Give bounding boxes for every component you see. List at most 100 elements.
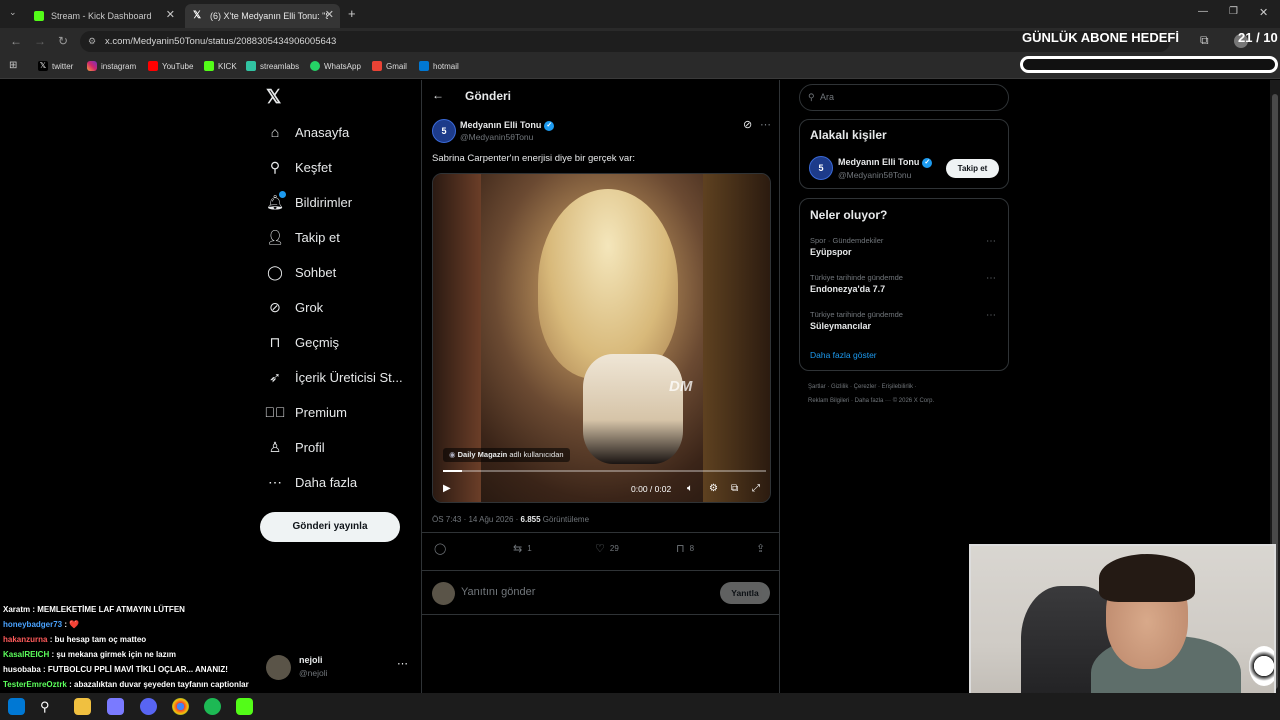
avatar-text: 5 <box>441 126 447 136</box>
footer-links-1[interactable]: Şartlar · Gizlilik · Çerezler · Erişileb… <box>808 384 917 390</box>
site-info-icon[interactable]: ⚙ <box>88 31 96 52</box>
search-icon[interactable]: ⚲ <box>40 699 50 715</box>
chat-text: : MEMLEKETİME LAF ATMAYIN LÜTFEN <box>30 605 185 614</box>
chat-username: honeybadger73 <box>3 620 63 629</box>
sidebar-item-follow[interactable]: 👤︎ Takip et <box>266 228 340 246</box>
bookmark-streamlabs[interactable]: streamlabs <box>246 61 299 71</box>
sidebar-item-profile[interactable]: ♙ Profil <box>266 438 325 456</box>
post-button[interactable]: Gönderi yayınla <box>260 512 400 542</box>
attribution-avatar-icon: ◉ <box>449 450 458 459</box>
forward-icon[interactable]: → <box>34 34 46 48</box>
back-arrow-icon[interactable]: ← <box>432 88 444 102</box>
settings-icon[interactable]: ⚙ <box>709 483 718 494</box>
sidebar-item-label: Daha fazla <box>295 474 358 490</box>
restore-icon[interactable]: ❐ <box>1229 6 1238 17</box>
trend-item[interactable]: Spor · Gündemdekiler Eyüpspor ⋯ <box>800 233 1008 263</box>
trend-category: Türkiye tarihinde gündemde <box>810 310 903 319</box>
trend-item[interactable]: Türkiye tarihinde gündemde Endonezya'da … <box>800 270 1008 300</box>
discord-icon[interactable] <box>107 698 124 715</box>
trend-more-icon[interactable]: ⋯ <box>986 310 996 321</box>
show-more-link[interactable]: Daha fazla göster <box>810 350 877 360</box>
x-logo-icon[interactable]: 𝕏 <box>266 86 281 109</box>
sidebar-item-home[interactable]: ⌂ Anasayfa <box>266 123 349 141</box>
bookmark-gmail[interactable]: Gmail <box>372 61 407 71</box>
windows-start-icon[interactable] <box>8 698 25 715</box>
bookmark-hotmail[interactable]: hotmail <box>419 61 459 71</box>
spotify-icon[interactable] <box>204 698 221 715</box>
repost-action[interactable]: ⇆ 1 <box>513 542 532 555</box>
author-handle[interactable]: @Medyanin5θTonu <box>460 132 533 142</box>
video-frame-right <box>703 174 770 502</box>
bookmark-twitter[interactable]: 𝕏twitter <box>38 61 73 71</box>
fullscreen-icon[interactable]: ⤢ <box>752 483 760 494</box>
more-options-icon[interactable]: ⋯ <box>760 118 771 131</box>
tab-kick-dashboard[interactable]: Stream - Kick Dashboard ✕ <box>26 4 181 28</box>
more-dots-icon[interactable]: ⋯ <box>397 657 408 670</box>
trend-more-icon[interactable]: ⋯ <box>986 236 996 247</box>
grok-explain-icon[interactable]: ⊘ <box>743 118 752 131</box>
picture-in-picture-icon[interactable]: ⧉ <box>731 483 738 494</box>
avatar <box>266 655 291 680</box>
search-placeholder: Ara <box>820 92 835 102</box>
bookmark-kick[interactable]: KICK <box>204 61 237 71</box>
sidebar-item-grok[interactable]: ⊘ Grok <box>266 298 323 316</box>
sidebar-item-chat[interactable]: ◯ Sohbet <box>266 263 336 281</box>
related-name-row[interactable]: Medyanın Elli Tonu ✓ <box>838 157 933 168</box>
chat-message: KasalREICH : şu mekana girmek için ne la… <box>3 650 176 659</box>
sidebar-item-more[interactable]: ⋯ Daha fazla <box>266 473 357 491</box>
file-explorer-icon[interactable] <box>74 698 91 715</box>
volume-icon[interactable]: 🔈︎ <box>687 483 693 494</box>
close-tab-icon[interactable]: ✕ <box>166 8 175 21</box>
reload-icon[interactable]: ↻ <box>58 34 68 48</box>
bookmark-label: Gmail <box>386 61 407 71</box>
tab-list-chevron-icon[interactable]: ⌄ <box>9 7 17 18</box>
play-icon[interactable]: ▶ <box>443 483 451 494</box>
sidebar-item-explore[interactable]: ⚲ Keşfet <box>266 158 332 176</box>
trend-item[interactable]: Türkiye tarihinde gündemde Süleymancılar… <box>800 307 1008 337</box>
kick-studio-icon[interactable] <box>236 698 253 715</box>
close-tab-icon[interactable]: ✕ <box>325 8 334 21</box>
search-input[interactable]: ⚲ Ara <box>799 84 1009 111</box>
grok-icon: ⊘ <box>269 298 281 315</box>
post-column: ← Gönderi 5 Medyanın Elli Tonu ✓ @Medyani… <box>421 80 780 693</box>
sidebar-item-creator-studio[interactable]: ➶ İçerik Üreticisi St... <box>266 368 403 386</box>
bookmark-instagram[interactable]: instagram <box>87 61 136 71</box>
reply-action[interactable]: ◯ <box>434 542 451 555</box>
sidebar-item-bookmarks[interactable]: ⊓ Geçmiş <box>266 333 340 351</box>
tab-x-post[interactable]: 𝕏 (6) X'te Medyanın Elli Tonu: "Sa ✕ <box>185 4 340 28</box>
author-avatar[interactable]: 5 <box>432 119 456 143</box>
url-field[interactable]: ⚙ x.com/Medyanin50Tonu/status/2088305434… <box>80 31 1170 52</box>
bookmark-whatsapp[interactable]: WhatsApp <box>310 61 361 71</box>
video-attribution[interactable]: ◉ Daily Magazin adlı kullanıcıdan <box>443 448 570 462</box>
video-progress-track[interactable] <box>443 470 766 472</box>
like-count: 29 <box>609 544 619 553</box>
sidebar-item-premium[interactable]: ✓⃝ Premium <box>265 403 348 421</box>
video-player[interactable]: DM ◉ Daily Magazin adlı kullanıcıdan ▶ 0… <box>432 173 771 503</box>
related-avatar[interactable]: 5 <box>809 156 833 180</box>
reply-input[interactable]: Yanıtını gönder <box>461 586 535 598</box>
bookmark-youtube[interactable]: YouTube <box>148 61 193 71</box>
chrome-icon[interactable] <box>172 698 189 715</box>
bookmark-action[interactable]: ⊓ 8 <box>676 542 694 555</box>
window-close-icon[interactable]: ✕ <box>1259 6 1268 19</box>
apps-grid-icon[interactable]: ⊞ <box>9 60 17 71</box>
streamlabs-icon <box>246 61 256 71</box>
verified-badge-icon: ✓ <box>544 120 555 131</box>
follow-button[interactable]: Takip et <box>946 159 999 178</box>
author-name-row[interactable]: Medyanın Elli Tonu ✓ <box>460 120 555 131</box>
video-subject-body <box>583 354 683 464</box>
post-timestamp[interactable]: ÖS 7:43 · 14 Ağu 2026 · <box>432 515 521 524</box>
trend-more-icon[interactable]: ⋯ <box>986 273 996 284</box>
reply-button[interactable]: Yanıtla <box>720 582 770 604</box>
back-icon[interactable]: ← <box>10 34 22 48</box>
bookmark-label: YouTube <box>162 61 194 71</box>
new-tab-icon[interactable]: + <box>348 6 356 21</box>
app-icon[interactable] <box>140 698 157 715</box>
share-action[interactable]: ⇪ <box>756 542 770 555</box>
sidebar-item-notifications[interactable]: 🔔︎ Bildirimler <box>266 191 352 211</box>
account-switcher[interactable]: nejoli @nejoli ⋯ <box>266 655 411 685</box>
extensions-icon[interactable]: ⧉ <box>1200 33 1209 48</box>
footer-links-2[interactable]: Reklam Bilgileri · Daha fazla ··· © 2026… <box>808 398 934 404</box>
like-action[interactable]: ♡ 29 <box>595 542 619 555</box>
minimize-icon[interactable]: — <box>1198 6 1208 17</box>
